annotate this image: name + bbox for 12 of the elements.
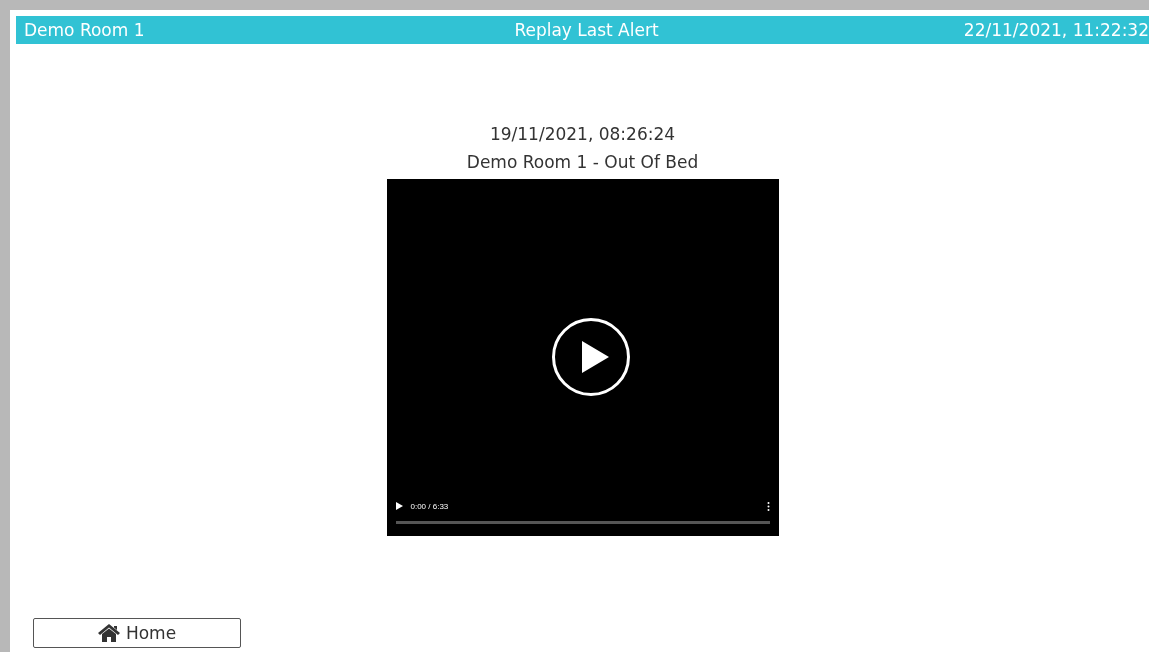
play-icon[interactable] (550, 317, 631, 397)
progress-track[interactable] (395, 521, 770, 524)
page-title: Replay Last Alert (514, 20, 659, 40)
more-options-icon[interactable] (766, 501, 770, 511)
room-name: Demo Room 1 (24, 20, 146, 40)
alert-timestamp: 19/11/2021, 08:26:24 (489, 123, 676, 146)
home-icon (97, 624, 120, 642)
home-button[interactable]: Home (33, 618, 241, 648)
alert-description: Demo Room 1 - Out Of Bed (466, 151, 699, 174)
play-icon[interactable] (395, 502, 403, 510)
video-time: 0:00 / 6:33 (410, 501, 450, 511)
current-datetime: 22/11/2021, 11:22:32 (963, 20, 1149, 40)
